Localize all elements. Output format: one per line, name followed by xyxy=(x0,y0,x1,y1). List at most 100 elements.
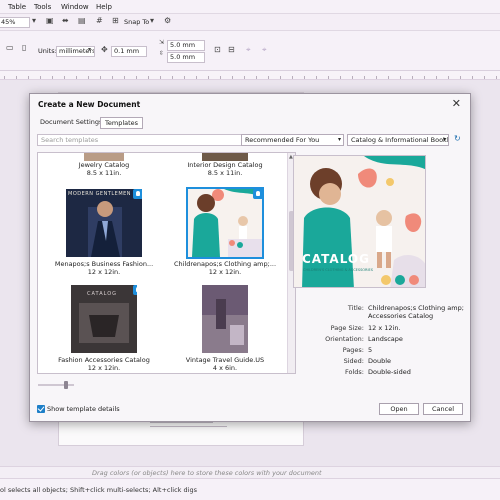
detail-value-sided: Double xyxy=(368,357,392,365)
landscape-icon[interactable]: ▯ xyxy=(22,43,26,52)
detail-label-pages: Pages: xyxy=(342,346,364,354)
ruler-tick xyxy=(472,76,473,79)
ruler-tick xyxy=(436,76,437,79)
ruler-tick xyxy=(40,76,41,79)
status-hint: ol selects all objects; Shift+click mult… xyxy=(0,486,197,494)
cover-title: MODERN GENTLEMEN xyxy=(68,191,132,197)
cancel-button[interactable]: Cancel xyxy=(423,403,463,415)
ruler-tick xyxy=(52,76,53,79)
horizontal-ruler[interactable] xyxy=(0,71,500,80)
bleed-icon[interactable]: ⊟ xyxy=(228,45,235,54)
preview-cover-title: CATALOG xyxy=(302,252,370,266)
category-filter-select[interactable]: Catalog & Informational Booklets ▾ xyxy=(347,134,449,146)
pixel-preview-icon[interactable]: ⊡ xyxy=(214,45,221,54)
template-item[interactable]: Vintage Travel Guide.US 4 x 6in. xyxy=(169,285,281,372)
ruler-tick xyxy=(64,76,65,79)
template-name: Jewelry Catalog xyxy=(78,161,130,169)
open-button[interactable]: Open xyxy=(379,403,419,415)
tab-templates[interactable]: Templates xyxy=(100,117,144,129)
detail-label-folds: Folds: xyxy=(345,368,364,376)
ruler-tick xyxy=(232,76,233,79)
business-fashion-cover xyxy=(66,189,142,257)
ruler-tick xyxy=(124,76,125,79)
page-size-icon[interactable]: ▭ xyxy=(6,43,14,52)
detail-value-pages: 5 xyxy=(368,346,373,354)
template-name: Vintage Travel Guide.US xyxy=(185,356,265,364)
ruler-tick xyxy=(376,76,377,79)
guides-icon[interactable]: ⊞ xyxy=(112,16,119,25)
template-item[interactable]: MODERN GENTLEMEN Menapos;s Business Fash… xyxy=(48,189,160,276)
ruler-tick xyxy=(484,76,485,79)
full-page-icon[interactable]: ▣ xyxy=(46,16,54,25)
grid-icon[interactable]: # xyxy=(96,16,103,25)
nudge-field[interactable]: 0.1 mm xyxy=(111,46,147,57)
units-label: Units: xyxy=(38,47,57,55)
template-thumbnail xyxy=(202,285,248,353)
template-item[interactable]: Interior Design Catalog 8.5 x 11in. xyxy=(169,153,281,177)
template-item[interactable]: Jewelry Catalog 8.5 x 11in. xyxy=(48,153,160,177)
color-well-bar[interactable]: Drag colors (or objects) here to store t… xyxy=(0,466,500,478)
premium-badge-icon xyxy=(133,285,137,295)
premium-badge-icon xyxy=(133,189,142,199)
thumbnail-size-slider[interactable] xyxy=(38,381,74,389)
ruler-tick xyxy=(220,76,221,79)
ruler-tick xyxy=(280,76,281,79)
chevron-down-icon: ▾ xyxy=(442,136,446,143)
chevron-down-icon: ▾ xyxy=(337,136,341,143)
menu-help[interactable]: Help xyxy=(96,3,112,11)
duplicate-y-value: 5.0 mm xyxy=(170,53,196,61)
detail-value-page-size: 12 x 12in. xyxy=(368,324,401,332)
template-thumbnail: MODERN GENTLEMEN xyxy=(66,189,142,257)
close-icon[interactable]: ✕ xyxy=(452,97,461,110)
slider-knob[interactable] xyxy=(64,381,68,389)
units-dropdown-icon[interactable]: ▾ xyxy=(88,46,91,53)
page-view-icon[interactable]: ▤ xyxy=(78,16,86,25)
childrens-clothing-cover xyxy=(188,189,262,257)
detail-label-title: Title: xyxy=(347,304,364,312)
snap-dropdown-icon[interactable]: ▾ xyxy=(150,16,154,25)
ruler-tick xyxy=(268,76,269,79)
template-item[interactable]: CATALOG Fashion Accessories Catalog 12 x… xyxy=(48,285,160,372)
show-details-checkbox[interactable] xyxy=(37,405,45,413)
ruler-tick xyxy=(256,76,257,79)
zoom-field[interactable]: 45% xyxy=(0,17,30,28)
dialog-title: Create a New Document xyxy=(38,100,141,109)
duplicate-x-icon: ⇲ xyxy=(159,39,165,46)
show-details-label: Show template details xyxy=(47,405,120,413)
menu-table[interactable]: Table xyxy=(8,3,26,11)
menu-bar: Table Tools Window Help xyxy=(0,0,500,14)
duplicate-y-field[interactable]: 5.0 mm xyxy=(167,52,205,63)
zoom-dropdown-icon[interactable]: ▾ xyxy=(32,16,36,25)
template-size: 4 x 6in. xyxy=(212,364,238,372)
ruler-tick xyxy=(100,76,101,79)
zoom-width-icon[interactable]: ⬌ xyxy=(62,16,69,25)
gear-icon[interactable]: ⚙ xyxy=(164,16,171,25)
ruler-tick xyxy=(136,76,137,79)
ruler-tick xyxy=(364,76,365,79)
zoom-value: 45% xyxy=(1,18,16,26)
menu-tools[interactable]: Tools xyxy=(34,3,51,11)
ruler-tick xyxy=(172,76,173,79)
ruler-tick xyxy=(388,76,389,79)
ruler-tick xyxy=(448,76,449,79)
ruler-tick xyxy=(340,76,341,79)
menu-window[interactable]: Window xyxy=(61,3,89,11)
snap-to-button[interactable]: Snap To xyxy=(124,18,149,26)
template-name: Menapos;s Business Fashion... xyxy=(54,260,154,268)
sort-filter-select[interactable]: Recommended For You ▾ xyxy=(241,134,344,146)
detail-label-sided: Sided: xyxy=(343,357,364,365)
refresh-icon[interactable]: ↻ xyxy=(454,134,461,143)
sort-filter-value: Recommended For You xyxy=(245,136,320,144)
duplicate-x-field[interactable]: 5.0 mm xyxy=(167,40,205,51)
template-size: 12 x 12in. xyxy=(87,268,121,276)
ruler-tick xyxy=(496,76,497,79)
align-left-icon[interactable]: ⌖ xyxy=(246,45,251,55)
ruler-tick xyxy=(184,76,185,79)
tab-document-settings[interactable]: Document Settings xyxy=(36,117,106,129)
ruler-tick xyxy=(244,76,245,79)
ruler-tick xyxy=(148,76,149,79)
splitter-handle-icon[interactable]: ⋮ xyxy=(264,262,270,269)
detail-value-title: Childrenapos;s Clothing amp; Accessories… xyxy=(368,304,464,320)
align-right-icon[interactable]: ⌖ xyxy=(262,45,267,55)
template-search-input[interactable]: Search templates xyxy=(37,134,268,146)
